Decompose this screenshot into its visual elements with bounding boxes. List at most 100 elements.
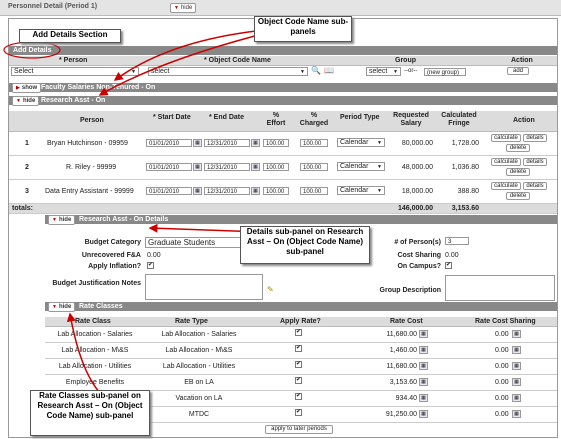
calendar-icon[interactable]: ▦ (419, 346, 428, 354)
end-date-input[interactable]: 12/31/2010 (204, 139, 250, 147)
calculate-button[interactable]: calculate (491, 158, 521, 166)
details-button[interactable]: details (523, 158, 547, 166)
details-button[interactable]: details (523, 182, 547, 190)
on-campus-checkbox[interactable]: ✔ (445, 262, 452, 269)
persons-input[interactable]: 3 (445, 237, 469, 245)
apply-rate-checkbox[interactable]: ✔ (295, 393, 302, 400)
budget-category-select[interactable]: Graduate Students (145, 237, 245, 248)
totals-label: totals: (12, 205, 33, 212)
calendar-icon[interactable]: ▦ (512, 362, 521, 370)
cost-sharing-label: Cost Sharing (397, 252, 441, 259)
period-type-value: Calendar (340, 187, 369, 194)
period-type-select[interactable]: Calendar ▼ (337, 162, 385, 171)
inflation-label: Apply Inflation? (88, 263, 141, 270)
delete-button[interactable]: delete (506, 144, 530, 152)
start-date-input[interactable]: 01/01/2010 (146, 139, 192, 147)
rate-cost: 11,680.00 (386, 363, 417, 370)
end-date-input[interactable]: 12/31/2010 (204, 163, 250, 171)
lookup-book-icon[interactable]: 📖 (324, 66, 334, 75)
calendar-icon[interactable]: ▦ (512, 346, 521, 354)
rate-cost: 11,680.00 (386, 331, 417, 338)
col-action: Action (513, 117, 535, 124)
person-name: Data Entry Assistant - 99999 (45, 188, 134, 195)
apply-rate-checkbox[interactable]: ✔ (295, 409, 302, 416)
triangle-down-icon: ▼ (52, 217, 57, 223)
cost-sharing-value: 0.00 (445, 252, 459, 259)
calendar-icon[interactable]: ▦ (512, 410, 521, 418)
rate-row: Employee Benefits EB on LA ✔ 3,153.60 ▦ … (45, 375, 557, 391)
effort-input[interactable]: 100.00 (263, 163, 289, 171)
add-details-title: Add Details (13, 47, 52, 54)
calendar-icon[interactable]: ▦ (251, 139, 260, 147)
apply-rate-checkbox[interactable]: ✔ (295, 345, 302, 352)
rate-type: Lab Allocation - Salaries (161, 331, 237, 338)
charged-input[interactable]: 100.00 (300, 187, 328, 195)
calendar-icon[interactable]: ▦ (193, 187, 202, 195)
triangle-right-icon: ▶ (16, 85, 20, 91)
calendar-icon[interactable]: ▦ (419, 378, 428, 386)
calendar-icon[interactable]: ▦ (419, 410, 428, 418)
calculate-button[interactable]: calculate (491, 182, 521, 190)
details-button[interactable]: details (523, 134, 547, 142)
inflation-checkbox[interactable]: ✔ (147, 262, 154, 269)
chevron-down-icon: ▼ (300, 69, 305, 75)
charged-input[interactable]: 100.00 (300, 163, 328, 171)
hide-details-button[interactable]: ▼ hide (48, 215, 76, 225)
calendar-icon[interactable]: ▦ (251, 187, 260, 195)
calendar-icon[interactable]: ▦ (419, 330, 428, 338)
hide-research-button[interactable]: ▼ hide (12, 96, 40, 106)
calendar-icon[interactable]: ▦ (193, 139, 202, 147)
person-name: R. Riley - 99999 (66, 164, 117, 171)
group-description-textarea[interactable] (445, 275, 555, 301)
period-type-select[interactable]: Calendar ▼ (337, 138, 385, 147)
justification-textarea[interactable] (145, 274, 263, 300)
delete-button[interactable]: delete (506, 192, 530, 200)
add-button[interactable]: add (507, 67, 529, 75)
person-select[interactable]: Select ▼ (11, 67, 139, 76)
rate-type: Lab Allocation - Utilities (162, 363, 236, 370)
row-number: 1 (25, 140, 29, 147)
hide-rate-label: hide (58, 304, 72, 310)
calendar-icon[interactable]: ▦ (419, 394, 428, 402)
calculated-fringe: 1,728.00 (451, 140, 479, 147)
apply-rate-checkbox[interactable]: ✔ (295, 361, 302, 368)
calendar-icon[interactable]: ▦ (193, 163, 202, 171)
rate-class: Lab Allocation - Utilities (58, 363, 132, 370)
end-date-input[interactable]: 12/31/2010 (204, 187, 250, 195)
start-date-input[interactable]: 01/01/2010 (146, 187, 192, 195)
pencil-icon[interactable]: ✎ (267, 285, 274, 294)
rate-cost-sharing: 0.00 (495, 395, 509, 402)
chevron-down-icon: ▼ (393, 69, 398, 75)
group-select[interactable]: select ▼ (366, 67, 401, 76)
calendar-icon[interactable]: ▦ (251, 163, 260, 171)
calendar-icon[interactable]: ▦ (512, 394, 521, 402)
rate-type: MTDC (188, 411, 210, 418)
col-end-date: * End Date (209, 114, 245, 121)
hide-panel-button[interactable]: ▼ hide (170, 3, 197, 13)
col-rate-cost-sharing: Rate Cost Sharing (475, 318, 536, 325)
period-type-select[interactable]: Calendar ▼ (337, 186, 385, 195)
col-effort: % Effort (266, 112, 286, 127)
search-icon[interactable]: 🔍 (311, 66, 321, 75)
unrecovered-label: Unrecovered F&A (81, 252, 141, 259)
calendar-icon[interactable]: ▦ (512, 330, 521, 338)
period-type-value: Calendar (340, 139, 369, 146)
total-fringe: 3,153.60 (451, 205, 479, 212)
effort-input[interactable]: 100.00 (263, 187, 289, 195)
start-date-input[interactable]: 01/01/2010 (146, 163, 192, 171)
effort-input[interactable]: 100.00 (263, 139, 289, 147)
apply-later-periods-button[interactable]: apply to later periods (265, 425, 333, 434)
hide-rate-button[interactable]: ▼ hide (48, 302, 76, 312)
charged-input[interactable]: 100.00 (300, 139, 328, 147)
show-faculty-button[interactable]: ▶ show (12, 83, 42, 93)
object-code-select[interactable]: select ▼ (148, 67, 308, 76)
add-details-header: * Person * Object Code Name Group Action (9, 56, 557, 66)
delete-button[interactable]: delete (506, 168, 530, 176)
calculate-button[interactable]: calculate (491, 134, 521, 142)
callout-rate-classes: Rate Classes sub-panel on Research Asst … (30, 390, 150, 436)
apply-rate-checkbox[interactable]: ✔ (295, 329, 302, 336)
calendar-icon[interactable]: ▦ (512, 378, 521, 386)
new-group-input[interactable]: (new group) (424, 68, 466, 76)
calendar-icon[interactable]: ▦ (419, 362, 428, 370)
apply-rate-checkbox[interactable]: ✔ (295, 377, 302, 384)
